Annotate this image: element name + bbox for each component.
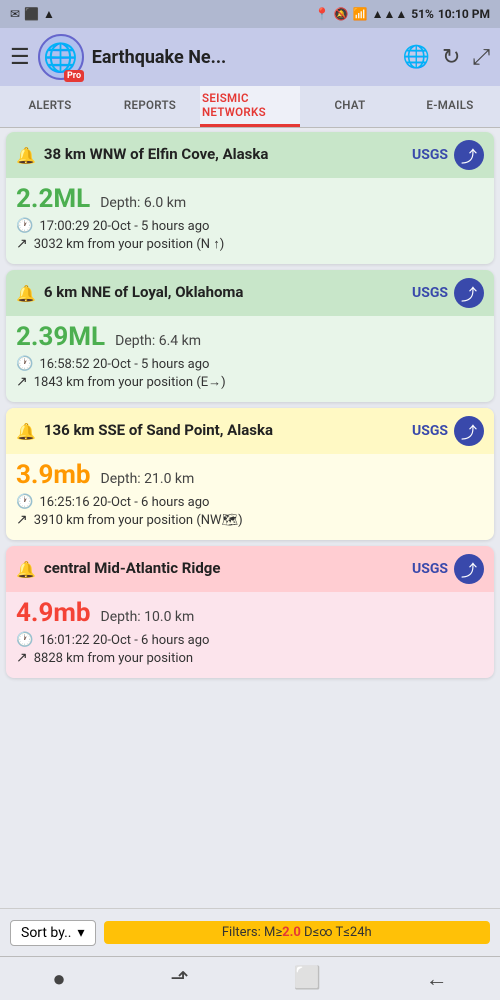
eq-distance: 8828 km from your position bbox=[34, 651, 193, 666]
globe-button[interactable]: 🌐 bbox=[403, 44, 430, 70]
time: 10:10 PM bbox=[438, 7, 490, 21]
expand-button[interactable]: ⤢ bbox=[472, 44, 490, 70]
eq-depth: Depth: 6.4 km bbox=[115, 333, 201, 349]
card-header: 🔔 38 km WNW of Elfin Cove, Alaska USGS ⤴ bbox=[6, 132, 494, 178]
earthquake-card[interactable]: 🔔 6 km NNE of Loyal, Oklahoma USGS ⤴ 2.3… bbox=[6, 270, 494, 402]
distance-icon: ↗ bbox=[16, 512, 28, 528]
card-header: 🔔 136 km SSE of Sand Point, Alaska USGS … bbox=[6, 408, 494, 454]
eq-magnitude: 2.2ML bbox=[16, 184, 90, 214]
arrow-icon: ▲ bbox=[43, 7, 55, 21]
bottom-nav: ● ⬏ ⬜ ← bbox=[0, 956, 500, 1000]
card-header-left: 🔔 6 km NNE of Loyal, Oklahoma bbox=[16, 283, 243, 303]
chevron-down-icon: ▾ bbox=[78, 925, 85, 941]
card-header-left: 🔔 central Mid-Atlantic Ridge bbox=[16, 559, 220, 579]
back-button[interactable]: ← bbox=[426, 966, 448, 992]
app-title: Earthquake Ne... bbox=[92, 47, 227, 68]
recents-button[interactable]: ⬏ bbox=[170, 966, 188, 991]
menu-icon[interactable]: ☰ bbox=[10, 45, 30, 70]
card-header: 🔔 central Mid-Atlantic Ridge USGS ⤴ bbox=[6, 546, 494, 592]
eq-location: 136 km SSE of Sand Point, Alaska bbox=[44, 421, 273, 441]
share-button[interactable]: ⤴ bbox=[454, 554, 484, 584]
location-icon: 📍 bbox=[315, 7, 330, 21]
eq-source: USGS bbox=[412, 561, 448, 577]
eq-time: 16:58:52 20-Oct - 5 hours ago bbox=[39, 357, 209, 372]
tab-reports[interactable]: REPORTS bbox=[100, 86, 200, 127]
earthquake-icon: 🔔 bbox=[16, 146, 36, 165]
header-left: ☰ 🌐 Pro Earthquake Ne... bbox=[10, 34, 226, 80]
share-button[interactable]: ⤴ bbox=[454, 140, 484, 170]
eq-depth: Depth: 6.0 km bbox=[100, 195, 186, 211]
overview-button[interactable]: ⬜ bbox=[293, 966, 320, 991]
battery: 51% bbox=[411, 7, 434, 21]
sort-filter-bar: Sort by.. ▾ Filters: M≥2.0 D≤∞ T≤24h bbox=[0, 908, 500, 956]
app-header: ☰ 🌐 Pro Earthquake Ne... 🌐 ↻ ⤢ bbox=[0, 28, 500, 86]
notification-icon: ⬛ bbox=[24, 7, 39, 21]
share-button[interactable]: ⤴ bbox=[454, 416, 484, 446]
eq-depth: Depth: 10.0 km bbox=[101, 609, 195, 625]
status-left-icons: ✉ ⬛ ▲ bbox=[10, 7, 55, 21]
wifi-icon: 📶 bbox=[353, 7, 368, 21]
earthquake-icon: 🔔 bbox=[16, 422, 36, 441]
card-body: 2.39ML Depth: 6.4 km 🕐 16:58:52 20-Oct -… bbox=[6, 316, 494, 402]
eq-distance: 3032 km from your position (N ↑) bbox=[34, 236, 225, 252]
earthquake-list: 🔔 38 km WNW of Elfin Cove, Alaska USGS ⤴… bbox=[0, 128, 500, 908]
eq-magnitude: 2.39ML bbox=[16, 322, 105, 352]
card-body: 4.9mb Depth: 10.0 km 🕐 16:01:22 20-Oct -… bbox=[6, 592, 494, 678]
pro-badge: Pro bbox=[64, 70, 84, 82]
eq-source: USGS bbox=[412, 147, 448, 163]
sort-dropdown[interactable]: Sort by.. ▾ bbox=[10, 920, 96, 946]
status-right: 📍 🔕 📶 ▲▲▲ 51% 10:10 PM bbox=[315, 7, 490, 21]
earthquake-icon: 🔔 bbox=[16, 284, 36, 303]
eq-distance: 3910 km from your position (NW🗺) bbox=[34, 513, 243, 528]
sort-label: Sort by.. bbox=[21, 925, 72, 941]
earthquake-icon: 🔔 bbox=[16, 560, 36, 579]
share-button[interactable]: ⤴ bbox=[454, 278, 484, 308]
earthquake-card[interactable]: 🔔 136 km SSE of Sand Point, Alaska USGS … bbox=[6, 408, 494, 540]
clock-icon: 🕐 bbox=[16, 356, 33, 372]
refresh-button[interactable]: ↻ bbox=[442, 44, 460, 70]
clock-icon: 🕐 bbox=[16, 632, 33, 648]
home-button[interactable]: ● bbox=[52, 966, 65, 992]
eq-location: 38 km WNW of Elfin Cove, Alaska bbox=[44, 145, 269, 165]
eq-depth: Depth: 21.0 km bbox=[101, 471, 195, 487]
mail-icon: ✉ bbox=[10, 7, 20, 21]
filter-magnitude: 2.0 bbox=[282, 925, 301, 940]
eq-location: 6 km NNE of Loyal, Oklahoma bbox=[44, 283, 244, 303]
tab-chat[interactable]: CHAT bbox=[300, 86, 400, 127]
distance-icon: ↗ bbox=[16, 374, 28, 390]
status-bar: ✉ ⬛ ▲ 📍 🔕 📶 ▲▲▲ 51% 10:10 PM bbox=[0, 0, 500, 28]
clock-icon: 🕐 bbox=[16, 494, 33, 510]
filter-label: Filters: M≥ bbox=[222, 925, 282, 940]
signal-bars: ▲▲▲ bbox=[372, 7, 408, 21]
header-icons: 🌐 ↻ ⤢ bbox=[403, 44, 490, 70]
clock-icon: 🕐 bbox=[16, 218, 33, 234]
card-header-left: 🔔 38 km WNW of Elfin Cove, Alaska bbox=[16, 145, 268, 165]
eq-magnitude: 4.9mb bbox=[16, 598, 91, 628]
eq-magnitude: 3.9mb bbox=[16, 460, 91, 490]
eq-time: 16:01:22 20-Oct - 6 hours ago bbox=[39, 633, 209, 648]
eq-source: USGS bbox=[412, 423, 448, 439]
eq-time: 16:25:16 20-Oct - 6 hours ago bbox=[39, 495, 209, 510]
eq-distance: 1843 km from your position (E→) bbox=[34, 374, 226, 390]
distance-icon: ↗ bbox=[16, 236, 28, 252]
eq-source: USGS bbox=[412, 285, 448, 301]
filter-rest: D≤∞ T≤24h bbox=[301, 925, 372, 940]
card-header-left: 🔔 136 km SSE of Sand Point, Alaska bbox=[16, 421, 273, 441]
tabs-bar: ALERTS REPORTS SEISMIC NETWORKS CHAT E-M… bbox=[0, 86, 500, 128]
card-body: 3.9mb Depth: 21.0 km 🕐 16:25:16 20-Oct -… bbox=[6, 454, 494, 540]
filter-tag: Filters: M≥2.0 D≤∞ T≤24h bbox=[104, 921, 490, 944]
eq-time: 17:00:29 20-Oct - 5 hours ago bbox=[39, 219, 209, 234]
distance-icon: ↗ bbox=[16, 650, 28, 666]
earthquake-card[interactable]: 🔔 central Mid-Atlantic Ridge USGS ⤴ 4.9m… bbox=[6, 546, 494, 678]
card-header: 🔔 6 km NNE of Loyal, Oklahoma USGS ⤴ bbox=[6, 270, 494, 316]
mute-icon: 🔕 bbox=[334, 7, 349, 21]
tab-alerts[interactable]: ALERTS bbox=[0, 86, 100, 127]
earthquake-card[interactable]: 🔔 38 km WNW of Elfin Cove, Alaska USGS ⤴… bbox=[6, 132, 494, 264]
tab-emails[interactable]: E-MAILS bbox=[400, 86, 500, 127]
card-body: 2.2ML Depth: 6.0 km 🕐 17:00:29 20-Oct - … bbox=[6, 178, 494, 264]
eq-location: central Mid-Atlantic Ridge bbox=[44, 559, 221, 579]
tab-seismic-networks[interactable]: SEISMIC NETWORKS bbox=[200, 86, 300, 127]
